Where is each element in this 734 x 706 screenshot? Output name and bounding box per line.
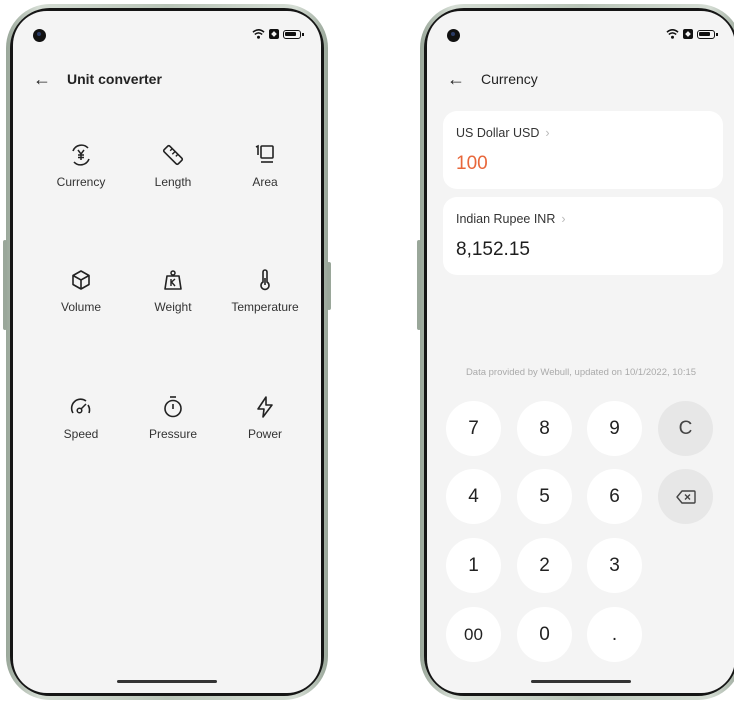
converter-item-weight[interactable]: Weight xyxy=(123,268,223,314)
key-6[interactable]: 6 xyxy=(587,469,642,524)
speedometer-icon xyxy=(70,398,91,414)
from-amount[interactable]: 100 xyxy=(456,153,488,175)
key-5[interactable]: 5 xyxy=(517,469,572,524)
page-header: ← Unit converter xyxy=(33,69,162,89)
clear-button[interactable]: C xyxy=(658,401,713,456)
front-camera xyxy=(447,29,460,42)
converter-item-label: Area xyxy=(252,175,278,189)
to-amount: 8,152.15 xyxy=(456,239,530,260)
status-bar xyxy=(252,28,304,40)
from-currency-card[interactable]: US Dollar USD › 100 xyxy=(443,111,723,189)
converter-item-pressure[interactable]: Pressure xyxy=(123,395,223,441)
converter-item-label: Power xyxy=(247,427,282,441)
phone-right: ← Currency US Dollar USD › 100 Indian Rup… xyxy=(417,4,734,700)
lightning-icon xyxy=(257,396,273,418)
home-indicator[interactable] xyxy=(117,680,217,683)
converter-item-label: Length xyxy=(154,175,192,189)
converter-item-power[interactable]: Power xyxy=(215,395,315,441)
from-currency-name: US Dollar USD xyxy=(456,126,540,140)
converter-item-volume[interactable]: Volume xyxy=(31,268,131,314)
key-decimal[interactable]: . xyxy=(587,607,642,662)
wifi-icon xyxy=(666,29,679,39)
status-bar xyxy=(666,28,718,40)
wifi-icon xyxy=(252,29,265,39)
backspace-button[interactable] xyxy=(658,469,713,524)
key-2[interactable]: 2 xyxy=(517,538,572,593)
volume-button xyxy=(3,240,7,330)
sim-icon xyxy=(683,29,693,39)
key-3[interactable]: 3 xyxy=(587,538,642,593)
volume-button xyxy=(417,240,421,330)
data-provider-note: Data provided by Webull, updated on 10/1… xyxy=(465,367,697,378)
backspace-icon xyxy=(675,489,696,504)
converter-item-length[interactable]: Length xyxy=(123,143,223,189)
converter-item-label: Temperature xyxy=(231,300,299,314)
to-currency-selector[interactable]: Indian Rupee INR › xyxy=(456,212,566,226)
converter-item-label: Volume xyxy=(60,300,102,314)
key-9[interactable]: 9 xyxy=(587,401,642,456)
to-currency-name: Indian Rupee INR xyxy=(456,212,556,226)
page-title: Currency xyxy=(481,71,538,87)
key-1[interactable]: 1 xyxy=(446,538,501,593)
converter-item-speed[interactable]: Speed xyxy=(31,395,131,441)
battery-icon xyxy=(283,29,304,39)
weight-icon xyxy=(164,270,182,290)
area-icon xyxy=(255,144,274,163)
converter-item-label: Currency xyxy=(56,175,106,189)
page-header: ← Currency xyxy=(447,69,538,89)
from-currency-selector[interactable]: US Dollar USD › xyxy=(456,126,550,140)
front-camera xyxy=(33,29,46,42)
stopwatch-icon xyxy=(164,396,182,418)
back-arrow-icon[interactable]: ← xyxy=(33,69,51,89)
back-arrow-icon[interactable]: ← xyxy=(447,69,465,89)
key-0[interactable]: 0 xyxy=(517,607,572,662)
converter-item-label: Pressure xyxy=(148,427,198,441)
converter-item-label: Speed xyxy=(63,427,99,441)
chevron-right-icon: › xyxy=(561,212,566,226)
key-7[interactable]: 7 xyxy=(446,401,501,456)
key-4[interactable]: 4 xyxy=(446,469,501,524)
unit-converter-screen: ← Unit converter Currency Length Area Vo… xyxy=(13,11,321,693)
to-currency-card[interactable]: Indian Rupee INR › 8,152.15 xyxy=(443,197,723,275)
ruler-icon xyxy=(162,144,184,166)
key-00[interactable]: 00 xyxy=(446,607,501,662)
thermometer-icon xyxy=(260,269,270,291)
converter-item-currency[interactable]: Currency xyxy=(31,143,131,189)
phone-left: ← Unit converter Currency Length Area Vo… xyxy=(3,4,331,700)
converter-item-label: Weight xyxy=(154,300,192,314)
converter-item-temperature[interactable]: Temperature xyxy=(215,268,315,314)
page-title: Unit converter xyxy=(67,71,162,87)
cube-icon xyxy=(72,270,90,290)
home-indicator[interactable] xyxy=(531,680,631,683)
sim-icon xyxy=(269,29,279,39)
battery-icon xyxy=(697,29,718,39)
key-8[interactable]: 8 xyxy=(517,401,572,456)
converter-item-area[interactable]: Area xyxy=(215,143,315,189)
currency-icon xyxy=(72,144,90,166)
power-button xyxy=(327,262,331,310)
chevron-right-icon: › xyxy=(545,126,550,140)
currency-screen: ← Currency US Dollar USD › 100 Indian Rup… xyxy=(427,11,734,693)
